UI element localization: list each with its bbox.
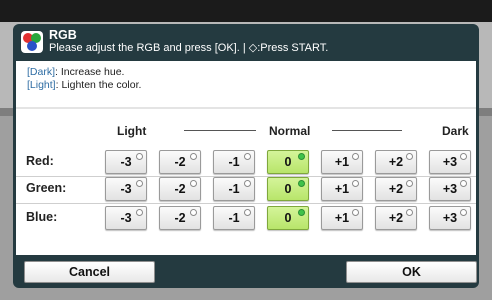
green-value-button[interactable]: -1: [213, 177, 255, 201]
indicator-icon: [460, 209, 467, 216]
indicator-icon: [406, 180, 413, 187]
indicator-icon: [298, 209, 305, 216]
indicator-icon: [406, 153, 413, 160]
indicator-icon: [352, 180, 359, 187]
value-label: 0: [284, 155, 292, 169]
scale-dark-label: Dark: [442, 124, 469, 138]
ok-button[interactable]: OK: [346, 261, 477, 283]
value-label: +3: [442, 211, 458, 225]
scale-line-left: [184, 130, 256, 131]
indicator-icon: [298, 153, 305, 160]
indicator-icon: [190, 209, 197, 216]
red-value-button[interactable]: -2: [159, 150, 201, 174]
green-value-button[interactable]: 0: [267, 177, 309, 201]
value-label: -1: [228, 182, 240, 196]
value-label: +1: [334, 182, 350, 196]
dialog-header: RGB Please adjust the RGB and press [OK]…: [13, 24, 479, 61]
value-label: -1: [228, 211, 240, 225]
scale-line-right: [332, 130, 402, 131]
indicator-icon: [406, 209, 413, 216]
value-label: +3: [442, 182, 458, 196]
blue-value-button[interactable]: -1: [213, 206, 255, 230]
cancel-button[interactable]: Cancel: [24, 261, 155, 283]
indicator-icon: [460, 180, 467, 187]
red-value-button[interactable]: -3: [105, 150, 147, 174]
indicator-icon: [244, 153, 251, 160]
value-label: +2: [388, 211, 404, 225]
value-label: 0: [284, 211, 292, 225]
green-value-button[interactable]: -2: [159, 177, 201, 201]
green-value-button[interactable]: +3: [429, 177, 471, 201]
blue-value-button[interactable]: +2: [375, 206, 417, 230]
value-label: +3: [442, 155, 458, 169]
blue-value-button[interactable]: +3: [429, 206, 471, 230]
blue-value-button[interactable]: -3: [105, 206, 147, 230]
value-label: -3: [120, 155, 132, 169]
value-label: +1: [334, 155, 350, 169]
row-label-red: Red:: [26, 154, 54, 168]
value-label: +1: [334, 211, 350, 225]
value-label: -2: [174, 155, 186, 169]
row-label-green: Green:: [26, 181, 67, 195]
divider: [16, 107, 476, 109]
blue-value-button[interactable]: 0: [267, 206, 309, 230]
value-label: 0: [284, 182, 292, 196]
hint-light: [Light]: Lighten the color.: [27, 79, 142, 91]
indicator-icon: [352, 153, 359, 160]
blue-value-button[interactable]: +1: [321, 206, 363, 230]
scale-normal-label: Normal: [269, 124, 311, 138]
dialog-title: RGB: [49, 28, 77, 42]
indicator-icon: [136, 209, 143, 216]
value-label: -1: [228, 155, 240, 169]
indicator-icon: [460, 153, 467, 160]
dialog-instruction: Please adjust the RGB and press [OK]. | …: [49, 42, 329, 54]
green-value-button[interactable]: +2: [375, 177, 417, 201]
value-label: -2: [174, 182, 186, 196]
indicator-icon: [244, 180, 251, 187]
indicator-icon: [244, 209, 251, 216]
value-label: -3: [120, 211, 132, 225]
value-label: -3: [120, 182, 132, 196]
red-value-button[interactable]: 0: [267, 150, 309, 174]
indicator-icon: [190, 180, 197, 187]
red-value-button[interactable]: +3: [429, 150, 471, 174]
value-label: -2: [174, 211, 186, 225]
red-value-button[interactable]: +1: [321, 150, 363, 174]
scale-light-label: Light: [117, 124, 147, 138]
hint-dark: [Dark]: Increase hue.: [27, 66, 125, 78]
red-value-button[interactable]: +2: [375, 150, 417, 174]
top-bar: [0, 0, 492, 22]
blue-value-button[interactable]: -2: [159, 206, 201, 230]
indicator-icon: [190, 153, 197, 160]
indicator-icon: [298, 180, 305, 187]
indicator-icon: [136, 153, 143, 160]
rgb-dialog: RGB Please adjust the RGB and press [OK]…: [13, 24, 479, 288]
red-value-button[interactable]: -1: [213, 150, 255, 174]
indicator-icon: [136, 180, 143, 187]
hint-text: [Dark]: Increase hue. [Light]: Lighten t…: [27, 66, 141, 92]
green-value-button[interactable]: -3: [105, 177, 147, 201]
indicator-icon: [352, 209, 359, 216]
row-label-blue: Blue:: [26, 210, 58, 224]
green-value-button[interactable]: +1: [321, 177, 363, 201]
row-divider: [16, 203, 476, 204]
rgb-icon: [21, 31, 43, 53]
dialog-content: [Dark]: Increase hue. [Light]: Lighten t…: [16, 61, 476, 255]
value-label: +2: [388, 155, 404, 169]
value-label: +2: [388, 182, 404, 196]
